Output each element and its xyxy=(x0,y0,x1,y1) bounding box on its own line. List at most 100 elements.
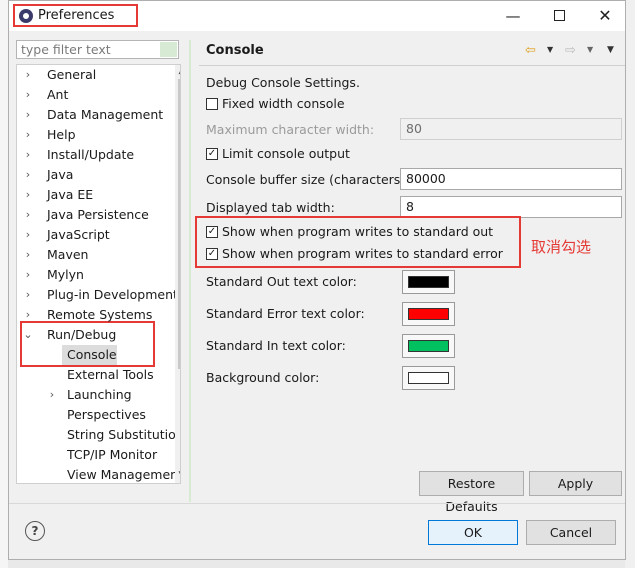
chevron-right-icon[interactable]: › xyxy=(23,245,33,265)
show-stdout-checkbox[interactable]: ✓ xyxy=(206,226,218,238)
checkmark-icon: ✓ xyxy=(207,248,217,259)
stderr-color-button[interactable] xyxy=(402,302,455,326)
stdout-color-button[interactable] xyxy=(402,270,455,294)
field-value: 8 xyxy=(406,199,414,214)
filter-input[interactable] xyxy=(16,40,179,59)
tree-item-label: Java Persistence xyxy=(47,207,149,222)
checkmark-icon: ✓ xyxy=(207,226,217,237)
tree-item-label: Console xyxy=(67,347,117,362)
tree-item-label: Remote Systems xyxy=(47,307,153,322)
chevron-right-icon[interactable]: › xyxy=(23,305,33,325)
divider xyxy=(9,503,625,504)
tree-item-label: Java xyxy=(47,167,74,182)
scroll-down-icon[interactable]: ▼ xyxy=(176,469,180,481)
fixed-width-checkbox[interactable] xyxy=(206,98,218,110)
background-ide-left xyxy=(0,0,8,568)
restore-defaults-button[interactable]: Restore Defaults xyxy=(419,471,524,514)
chevron-right-icon[interactable]: › xyxy=(23,165,33,185)
background-color-label: Background color: xyxy=(206,370,320,385)
section-label: Debug Console Settings. xyxy=(206,75,360,90)
max-char-width-field[interactable]: 80 xyxy=(400,118,622,140)
background-ide-right xyxy=(625,0,635,568)
tree-item-perspectives[interactable]: Perspectives xyxy=(67,405,146,425)
filter-clear-icon[interactable] xyxy=(160,42,177,57)
show-stdout-label: Show when program writes to standard out xyxy=(222,224,494,239)
cancel-button[interactable]: Cancel xyxy=(526,520,616,545)
tree-item-label: Run/Debug xyxy=(47,327,117,342)
chevron-right-icon[interactable]: › xyxy=(23,205,33,225)
chevron-right-icon[interactable]: › xyxy=(23,125,33,145)
title-highlight-box xyxy=(13,4,138,27)
chevron-right-icon[interactable]: › xyxy=(23,105,33,125)
buffer-size-label: Console buffer size (characters): xyxy=(206,172,410,187)
annotation-text: 取消勾选 xyxy=(531,238,592,256)
scroll-up-icon[interactable]: ▲ xyxy=(176,65,180,77)
back-arrow-icon[interactable]: ⇦ xyxy=(525,43,536,58)
forward-arrow-icon[interactable]: ⇨ xyxy=(565,43,576,58)
tree-item-label: Java EE xyxy=(47,187,94,202)
tree-item-label: Launching xyxy=(67,387,132,402)
tree-item-label: General xyxy=(47,67,97,82)
view-menu-icon[interactable]: ▼ xyxy=(607,45,614,55)
chevron-right-icon[interactable]: › xyxy=(23,185,33,205)
scrollbar-thumb[interactable] xyxy=(178,79,180,369)
color-swatch xyxy=(408,308,449,320)
tree-item-label: Mylyn xyxy=(47,267,84,282)
splitter[interactable] xyxy=(189,40,191,502)
color-swatch xyxy=(408,372,449,384)
preferences-dialog: Preferences — ✕ › General › Ant › Data M… xyxy=(8,0,626,560)
tree-item-label: JavaScript xyxy=(47,227,110,242)
tree-item-external-tools[interactable]: External Tools xyxy=(67,365,154,385)
tree-item-label: String Substitution xyxy=(67,427,181,442)
close-button[interactable]: ✕ xyxy=(585,5,625,27)
tree-item-label: View Management xyxy=(67,467,181,482)
page-title: Console xyxy=(206,43,264,58)
tree-item-view-management[interactable]: View Management xyxy=(67,465,181,483)
maximize-icon xyxy=(553,10,565,21)
title-bar: Preferences — ✕ xyxy=(9,1,625,31)
forward-menu-icon[interactable]: ▼ xyxy=(587,45,593,54)
ok-button[interactable]: OK xyxy=(428,520,518,545)
chevron-right-icon[interactable]: › xyxy=(23,65,33,85)
stdin-color-button[interactable] xyxy=(402,334,455,358)
color-swatch xyxy=(408,340,449,352)
minimize-icon: — xyxy=(505,7,521,25)
checkmark-icon: ✓ xyxy=(207,148,217,159)
minimize-button[interactable]: — xyxy=(493,5,533,27)
limit-output-checkbox[interactable]: ✓ xyxy=(206,148,218,160)
tree-item-tcp-ip-monitor[interactable]: TCP/IP Monitor xyxy=(67,445,157,465)
tree-item-string-substitution[interactable]: String Substitution xyxy=(67,425,181,445)
tree-item-label: TCP/IP Monitor xyxy=(67,447,158,462)
preferences-tree: › General › Ant › Data Management › Help… xyxy=(16,64,181,484)
chevron-down-icon[interactable]: ⌄ xyxy=(23,325,33,345)
back-menu-icon[interactable]: ▼ xyxy=(547,45,553,54)
tree-item-label: Maven xyxy=(47,247,89,262)
chevron-right-icon[interactable]: › xyxy=(23,265,33,285)
tree-item-label: Help xyxy=(47,127,76,142)
chevron-right-icon[interactable]: › xyxy=(23,145,33,165)
background-color-button[interactable] xyxy=(402,366,455,390)
tree-item-label: Perspectives xyxy=(67,407,146,422)
tree-item-label: External Tools xyxy=(67,367,154,382)
help-icon[interactable]: ? xyxy=(25,521,45,541)
show-stderr-label: Show when program writes to standard err… xyxy=(222,246,503,261)
tree-item-label: Install/Update xyxy=(47,147,135,162)
chevron-right-icon[interactable]: › xyxy=(23,85,33,105)
apply-button[interactable]: Apply xyxy=(529,471,622,496)
show-stderr-checkbox[interactable]: ✓ xyxy=(206,248,218,260)
tree-item-label: Ant xyxy=(47,87,69,102)
tree-item-label: Data Management xyxy=(47,107,164,122)
buffer-size-field[interactable]: 80000 xyxy=(400,168,622,190)
chevron-right-icon[interactable]: › xyxy=(23,285,33,305)
maximize-button[interactable] xyxy=(539,5,579,27)
tab-width-label: Displayed tab width: xyxy=(206,200,335,215)
chevron-right-icon[interactable]: › xyxy=(23,225,33,245)
stderr-color-label: Standard Error text color: xyxy=(206,306,365,321)
fixed-width-label: Fixed width console xyxy=(222,96,345,111)
chevron-right-icon[interactable]: › xyxy=(47,385,57,405)
stdin-color-label: Standard In text color: xyxy=(206,338,346,353)
tree-item-console[interactable]: Console xyxy=(67,345,117,365)
tree-item-label: Plug-in Development xyxy=(47,287,178,302)
tab-width-field[interactable]: 8 xyxy=(400,196,622,218)
limit-output-label: Limit console output xyxy=(222,146,350,161)
